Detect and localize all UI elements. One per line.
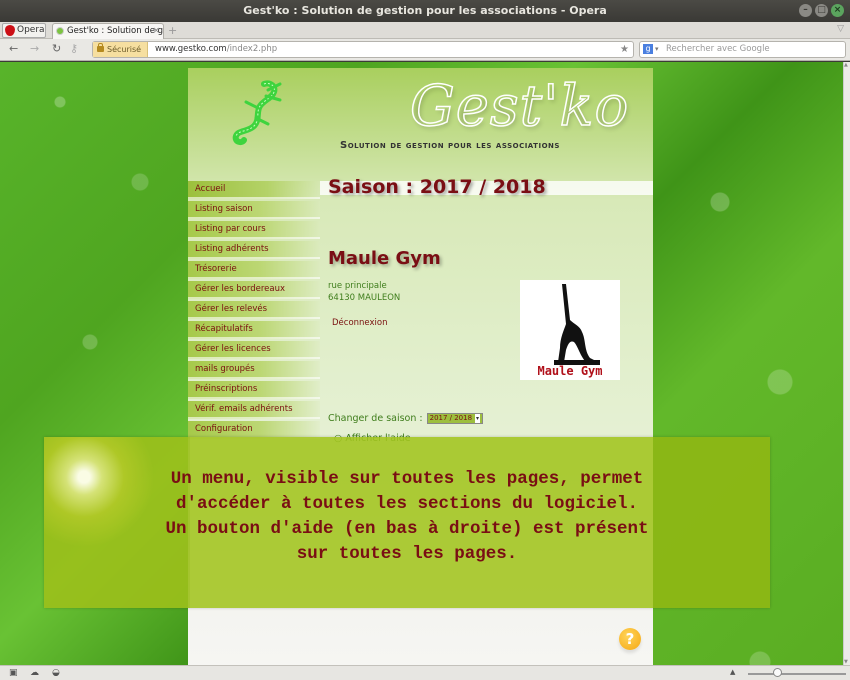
logo-text: Maule Gym — [537, 364, 603, 378]
tagline: Solution de gestion pour les association… — [340, 140, 560, 151]
menu-item-recapitulatifs[interactable]: Récapitulatifs — [188, 321, 320, 339]
season-control-label: Changer de saison : — [328, 413, 423, 424]
menu-item-listing-adherents[interactable]: Listing adhérents — [188, 241, 320, 259]
address-city: 64130 MAULEON — [328, 293, 401, 303]
association-logo: Maule Gym — [520, 280, 620, 380]
search-engine-dropdown-icon[interactable]: ▾ — [655, 42, 659, 57]
speed-dial-icon[interactable]: ◒ — [52, 668, 60, 678]
overlay-message: Un menu, visible sur toutes les pages, p… — [44, 467, 770, 567]
menu-item-verif-emails[interactable]: Vérif. emails adhérents — [188, 401, 320, 419]
page-viewport: Gest'ko Solution de gestion pour les ass… — [0, 62, 843, 665]
tab-close-icon[interactable]: × — [152, 24, 160, 38]
google-icon: g — [643, 44, 653, 54]
address-street: rue principale — [328, 281, 387, 291]
logout-link[interactable]: Déconnexion — [332, 318, 387, 328]
tab-menu-chevron-icon[interactable]: ▽ — [837, 24, 844, 34]
menu-item-bordereaux[interactable]: Gérer les bordereaux — [188, 281, 320, 299]
forward-button[interactable]: → — [30, 42, 39, 55]
overlay-line: Un menu, visible sur toutes les pages, p… — [170, 469, 644, 489]
search-input[interactable]: g ▾ Rechercher avec Google — [639, 41, 846, 58]
close-button[interactable]: × — [831, 4, 844, 17]
menu-item-accueil[interactable]: Accueil — [188, 181, 320, 199]
association-name: Maule Gym — [328, 248, 441, 269]
menu-item-mails-groupes[interactable]: mails groupés — [188, 361, 320, 379]
back-button[interactable]: ← — [9, 42, 18, 55]
view-up-icon[interactable]: ▲ — [730, 668, 735, 676]
opera-label: Opera — [17, 25, 45, 35]
gecko-logo-icon — [232, 80, 282, 146]
status-bar: ▣ ☁ ◒ ▲ — [0, 665, 850, 680]
menu-item-licences[interactable]: Gérer les licences — [188, 341, 320, 359]
season-heading: Saison : 2017 / 2018 — [328, 176, 546, 198]
window-titlebar: Gest'ko : Solution de gestion pour les a… — [0, 0, 850, 22]
url-domain: www.gestko.com — [155, 44, 227, 54]
main-menu: Accueil Listing saison Listing par cours… — [188, 181, 320, 441]
menu-item-releves[interactable]: Gérer les relevés — [188, 301, 320, 319]
overlay-line: sur toutes les pages. — [296, 544, 518, 564]
overlay-line: Un bouton d'aide (en bas à droite) est p… — [165, 519, 649, 539]
tab-bar: Opera Gest'ko : Solution de g... × + ▽ — [0, 22, 850, 39]
tab-gestko[interactable]: Gest'ko : Solution de g... × — [52, 23, 164, 39]
tutorial-overlay: Un menu, visible sur toutes les pages, p… — [44, 437, 770, 608]
navigation-bar: ← → ↻ ⚷ Sécurisé www.gestko.com/index2.p… — [0, 39, 850, 61]
favicon-icon — [56, 27, 64, 35]
tab-title: Gest'ko : Solution de g... — [67, 26, 164, 36]
window-controls: – □ × — [799, 4, 844, 17]
zoom-slider-handle[interactable] — [773, 668, 783, 677]
minimize-button[interactable]: – — [799, 4, 812, 17]
window-title: Gest'ko : Solution de gestion pour les a… — [243, 4, 607, 17]
opera-menu-button[interactable]: Opera — [2, 23, 46, 38]
season-control: Changer de saison : 2017 / 2018 ▾ — [328, 413, 484, 424]
secure-label: Sécurisé — [107, 45, 142, 54]
menu-item-listing-par-cours[interactable]: Listing par cours — [188, 221, 320, 239]
address-bar[interactable]: Sécurisé www.gestko.com/index2.php ★ — [92, 41, 634, 58]
overlay-line: d'accéder à toutes les sections du logic… — [175, 494, 639, 514]
zoom-slider[interactable] — [748, 673, 846, 675]
help-button[interactable]: ? — [619, 628, 641, 650]
key-icon[interactable]: ⚷ — [70, 42, 78, 55]
bookmark-star-icon[interactable]: ★ — [620, 42, 629, 57]
menu-item-listing-saison[interactable]: Listing saison — [188, 201, 320, 219]
menu-item-tresorerie[interactable]: Trésorerie — [188, 261, 320, 279]
season-select[interactable]: 2017 / 2018 ▾ — [426, 413, 484, 424]
url-path: /index2.php — [226, 44, 278, 54]
search-placeholder: Rechercher avec Google — [666, 44, 770, 54]
url-text[interactable]: www.gestko.com/index2.php — [155, 42, 277, 57]
security-badge[interactable]: Sécurisé — [93, 42, 148, 57]
new-tab-button[interactable]: + — [168, 24, 177, 37]
reload-button[interactable]: ↻ — [52, 42, 61, 55]
menu-item-preinscriptions[interactable]: Préinscriptions — [188, 381, 320, 399]
vertical-scrollbar[interactable] — [843, 62, 850, 665]
season-select-value: 2017 / 2018 — [429, 414, 473, 422]
opera-logo-icon — [5, 25, 15, 36]
chevron-down-icon: ▾ — [475, 414, 481, 423]
maximize-button[interactable]: □ — [815, 4, 828, 17]
association-address: rue principale 64130 MAULEON — [328, 280, 400, 304]
lock-icon — [97, 43, 104, 52]
cloud-icon[interactable]: ☁ — [30, 668, 39, 678]
brand-logo: Gest'ko — [409, 73, 630, 140]
panel-toggle-icon[interactable]: ▣ — [9, 668, 18, 678]
